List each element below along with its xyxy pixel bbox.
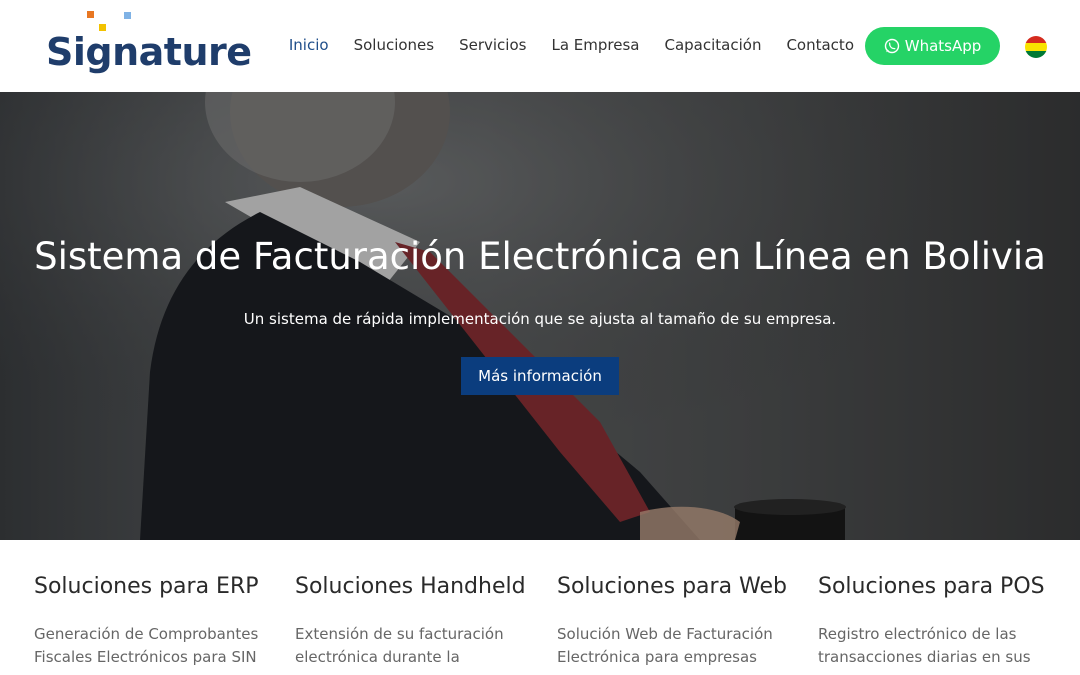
logo-text: Signature xyxy=(46,30,252,74)
solution-card-erp[interactable]: Soluciones para ERP Generación de Compro… xyxy=(34,574,274,669)
hero-banner: Sistema de Facturación Electrónica en Lí… xyxy=(0,92,1080,540)
solution-desc-line: Solución Web de Facturación xyxy=(557,625,773,643)
solution-description: Solución Web de Facturación Electrónica … xyxy=(557,623,797,669)
solution-desc-line: Generación de Comprobantes xyxy=(34,625,259,643)
nav-item-contacto[interactable]: Contacto xyxy=(786,36,854,54)
solution-desc-line: Extensión de su facturación xyxy=(295,625,504,643)
more-info-button[interactable]: Más información xyxy=(461,357,619,395)
solutions-section: Soluciones para ERP Generación de Compro… xyxy=(0,540,1080,675)
solution-title[interactable]: Soluciones para Web xyxy=(557,574,797,599)
logo-dot-orange xyxy=(87,11,94,18)
solution-desc-line: transacciones diarias en sus xyxy=(818,648,1031,666)
whatsapp-button[interactable]: WhatsApp xyxy=(865,27,1000,65)
solution-card-pos[interactable]: Soluciones para POS Registro electrónico… xyxy=(818,574,1058,669)
solution-title[interactable]: Soluciones para POS xyxy=(818,574,1058,599)
solution-description: Registro electrónico de las transaccione… xyxy=(818,623,1058,669)
solution-card-handheld[interactable]: Soluciones Handheld Extensión de su fact… xyxy=(295,574,535,669)
whatsapp-label: WhatsApp xyxy=(904,37,982,55)
nav-item-capacitacion[interactable]: Capacitación xyxy=(664,36,761,54)
solution-description: Extensión de su facturación electrónica … xyxy=(295,623,535,669)
solution-desc-line: electrónica durante la xyxy=(295,648,460,666)
nav-item-soluciones[interactable]: Soluciones xyxy=(354,36,435,54)
solution-desc-line: Registro electrónico de las xyxy=(818,625,1017,643)
solution-desc-line: Electrónica para empresas xyxy=(557,648,757,666)
hero-title: Sistema de Facturación Electrónica en Lí… xyxy=(34,235,1046,278)
nav-item-servicios[interactable]: Servicios xyxy=(459,36,526,54)
solution-title[interactable]: Soluciones para ERP xyxy=(34,574,274,599)
solution-description: Generación de Comprobantes Fiscales Elec… xyxy=(34,623,274,669)
site-header: Signature Inicio Soluciones Servicios La… xyxy=(0,0,1080,92)
solution-title[interactable]: Soluciones Handheld xyxy=(295,574,535,599)
whatsapp-icon xyxy=(884,38,899,54)
hero-subtitle: Un sistema de rápida implementación que … xyxy=(243,310,837,328)
main-nav: Inicio Soluciones Servicios La Empresa C… xyxy=(264,36,854,54)
logo-dot-blue xyxy=(124,12,131,19)
bolivia-flag-icon[interactable] xyxy=(1025,36,1047,58)
nav-item-la-empresa[interactable]: La Empresa xyxy=(551,36,639,54)
signature-logo[interactable]: Signature xyxy=(46,8,252,84)
solution-desc-line: Fiscales Electrónicos para SIN xyxy=(34,648,257,666)
nav-item-inicio[interactable]: Inicio xyxy=(289,36,329,54)
solution-card-web[interactable]: Soluciones para Web Solución Web de Fact… xyxy=(557,574,797,669)
